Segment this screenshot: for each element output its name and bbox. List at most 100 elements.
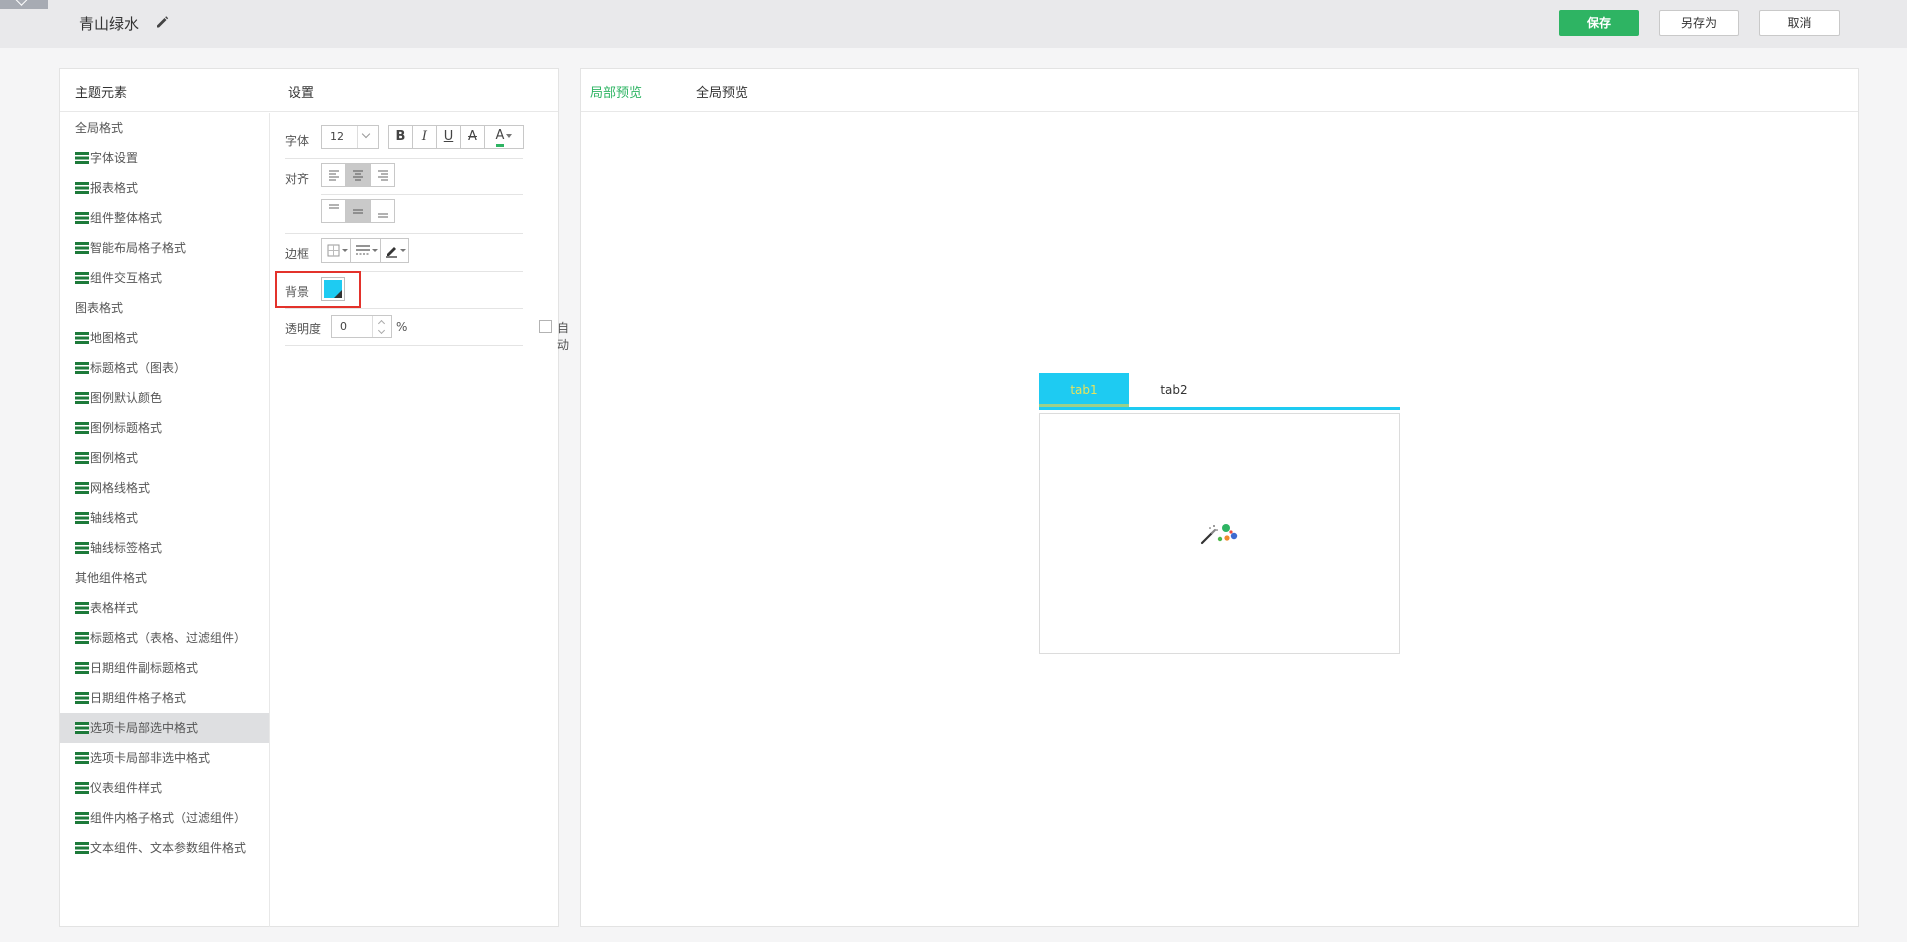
tree-item-label: 图例标题格式 bbox=[90, 421, 163, 435]
table-icon bbox=[75, 482, 89, 494]
tree-item[interactable]: 图例默认颜色 bbox=[60, 383, 269, 413]
table-icon bbox=[75, 602, 89, 614]
tree-item[interactable]: 图例标题格式 bbox=[60, 413, 269, 443]
strikethrough-button[interactable]: A bbox=[461, 126, 485, 148]
border-color-select[interactable] bbox=[381, 239, 409, 262]
align-middle-icon[interactable] bbox=[346, 200, 371, 222]
preview-tabs: 局部预览 全局预览 bbox=[581, 69, 1858, 112]
save-as-button[interactable]: 另存为 bbox=[1659, 10, 1739, 36]
tree-item-label: 日期组件格子格式 bbox=[90, 691, 187, 705]
font-color-glyph: A bbox=[495, 128, 505, 147]
tab-local-preview[interactable]: 局部预览 bbox=[590, 82, 642, 101]
tree-item[interactable]: 组件交互格式 bbox=[60, 263, 269, 293]
table-icon bbox=[75, 722, 89, 734]
tree-item[interactable]: 表格样式 bbox=[60, 593, 269, 623]
tree-item-label: 全局格式 bbox=[75, 121, 124, 135]
border-controls bbox=[321, 238, 409, 263]
preview-tab-bar: tab1 tab2 bbox=[1039, 373, 1400, 410]
bold-button[interactable]: B bbox=[389, 126, 413, 148]
auto-checkbox[interactable] bbox=[539, 320, 552, 333]
tab-global-preview[interactable]: 全局预览 bbox=[696, 82, 748, 101]
theme-editor-panel: 主题元素 设置 全局格式字体设置 报表格式组件整体格式智能布局格子格式组件交互格式… bbox=[59, 68, 569, 927]
tree-group-header[interactable]: 其他组件格式 bbox=[60, 563, 269, 593]
dropdown-arrow-icon bbox=[506, 133, 513, 138]
theme-name: 青山绿水 bbox=[79, 15, 140, 33]
table-icon bbox=[75, 632, 89, 644]
table-icon bbox=[75, 272, 89, 284]
collapse-toggle[interactable] bbox=[0, 0, 48, 9]
tree-item[interactable]: 标题格式（表格、过滤组件） bbox=[60, 623, 269, 653]
table-icon bbox=[75, 782, 89, 794]
table-icon bbox=[75, 842, 89, 854]
percent-sign: % bbox=[396, 320, 408, 334]
align-center-icon[interactable] bbox=[346, 164, 371, 186]
tree-item-label: 其他组件格式 bbox=[75, 571, 148, 585]
tree-item[interactable]: 选项卡局部非选中格式 bbox=[60, 743, 269, 773]
tree-item[interactable]: 报表格式 bbox=[60, 173, 269, 203]
tree-item-label: 组件整体格式 bbox=[90, 211, 163, 225]
tree-item[interactable]: 地图格式 bbox=[60, 323, 269, 353]
tree-item[interactable]: 轴线格式 bbox=[60, 503, 269, 533]
preview-tab-selected[interactable]: tab1 bbox=[1039, 373, 1129, 407]
opacity-stepper[interactable]: 0 bbox=[331, 315, 392, 338]
align-top-icon[interactable] bbox=[322, 200, 346, 222]
tree-item[interactable]: 标题格式（图表） bbox=[60, 353, 269, 383]
tree-item[interactable]: 文本组件、文本参数组件格式 bbox=[60, 833, 269, 863]
tree-item-label: 选项卡局部非选中格式 bbox=[90, 751, 211, 765]
tree-item[interactable]: 智能布局格子格式 bbox=[60, 233, 269, 263]
opacity-input[interactable]: 0 bbox=[340, 320, 347, 333]
save-button[interactable]: 保存 bbox=[1559, 10, 1639, 36]
panel-header: 主题元素 设置 bbox=[60, 69, 558, 112]
table-icon bbox=[75, 752, 89, 764]
preview-tab-unselected[interactable]: tab2 bbox=[1129, 373, 1219, 407]
tree-item[interactable]: 组件整体格式 bbox=[60, 203, 269, 233]
preview-tab-content bbox=[1039, 413, 1400, 654]
table-icon bbox=[75, 212, 89, 224]
tree-group-header[interactable]: 图表格式 bbox=[60, 293, 269, 323]
table-icon bbox=[75, 182, 89, 194]
tree-item[interactable]: 图例格式 bbox=[60, 443, 269, 473]
chevron-down-icon bbox=[15, 0, 28, 6]
tree-item-label: 轴线格式 bbox=[90, 511, 139, 525]
table-icon bbox=[75, 692, 89, 704]
font-size-value: 12 bbox=[330, 130, 344, 143]
tree-item-label: 轴线标签格式 bbox=[90, 541, 163, 555]
underline-button[interactable]: U bbox=[437, 126, 461, 148]
font-color-button[interactable]: A bbox=[485, 126, 523, 148]
align-left-icon[interactable] bbox=[322, 164, 346, 186]
font-size-select[interactable]: 12 bbox=[321, 125, 379, 149]
border-style-select[interactable] bbox=[351, 239, 381, 262]
theme-elements-heading: 主题元素 bbox=[75, 86, 128, 101]
tree-item[interactable]: 选项卡局部选中格式 bbox=[60, 713, 269, 743]
tree-item[interactable]: 仪表组件样式 bbox=[60, 773, 269, 803]
align-right-icon[interactable] bbox=[371, 164, 395, 186]
highlight-annotation bbox=[275, 271, 361, 308]
tree-item[interactable]: 轴线标签格式 bbox=[60, 533, 269, 563]
preview-panel: 局部预览 全局预览 tab1 tab2 bbox=[580, 68, 1859, 927]
tree-item-label: 标题格式（图表） bbox=[90, 361, 187, 375]
table-icon bbox=[75, 392, 89, 404]
table-icon bbox=[75, 452, 89, 464]
table-icon bbox=[75, 332, 89, 344]
cancel-button[interactable]: 取消 bbox=[1759, 10, 1840, 36]
opacity-label: 透明度 bbox=[285, 322, 322, 336]
pencil-icon[interactable] bbox=[154, 14, 170, 30]
tree-item[interactable]: 字体设置 bbox=[60, 143, 269, 173]
tree-item-label: 智能布局格子格式 bbox=[90, 241, 187, 255]
text-style-group: B I U A A bbox=[388, 125, 524, 149]
tree-item[interactable]: 日期组件格子格式 bbox=[60, 683, 269, 713]
tree-group-header[interactable]: 全局格式 bbox=[60, 113, 269, 143]
align-bottom-icon[interactable] bbox=[371, 200, 395, 222]
tree-item[interactable]: 网格线格式 bbox=[60, 473, 269, 503]
tree-item-label: 选项卡局部选中格式 bbox=[90, 721, 199, 735]
tree-item[interactable]: 日期组件副标题格式 bbox=[60, 653, 269, 683]
decrement-icon[interactable] bbox=[377, 326, 386, 335]
tree-item[interactable]: 组件内格子格式（过滤组件） bbox=[60, 803, 269, 833]
theme-element-tree: 全局格式字体设置 报表格式组件整体格式智能布局格子格式组件交互格式 图表格式 地图格式… bbox=[60, 113, 270, 927]
tree-item-label: 日期组件副标题格式 bbox=[90, 661, 199, 675]
font-label: 字体 bbox=[285, 134, 310, 148]
horizontal-align-group bbox=[321, 163, 395, 187]
border-position-select[interactable] bbox=[322, 239, 351, 262]
italic-button[interactable]: I bbox=[413, 126, 437, 148]
align-label: 对齐 bbox=[285, 172, 310, 186]
